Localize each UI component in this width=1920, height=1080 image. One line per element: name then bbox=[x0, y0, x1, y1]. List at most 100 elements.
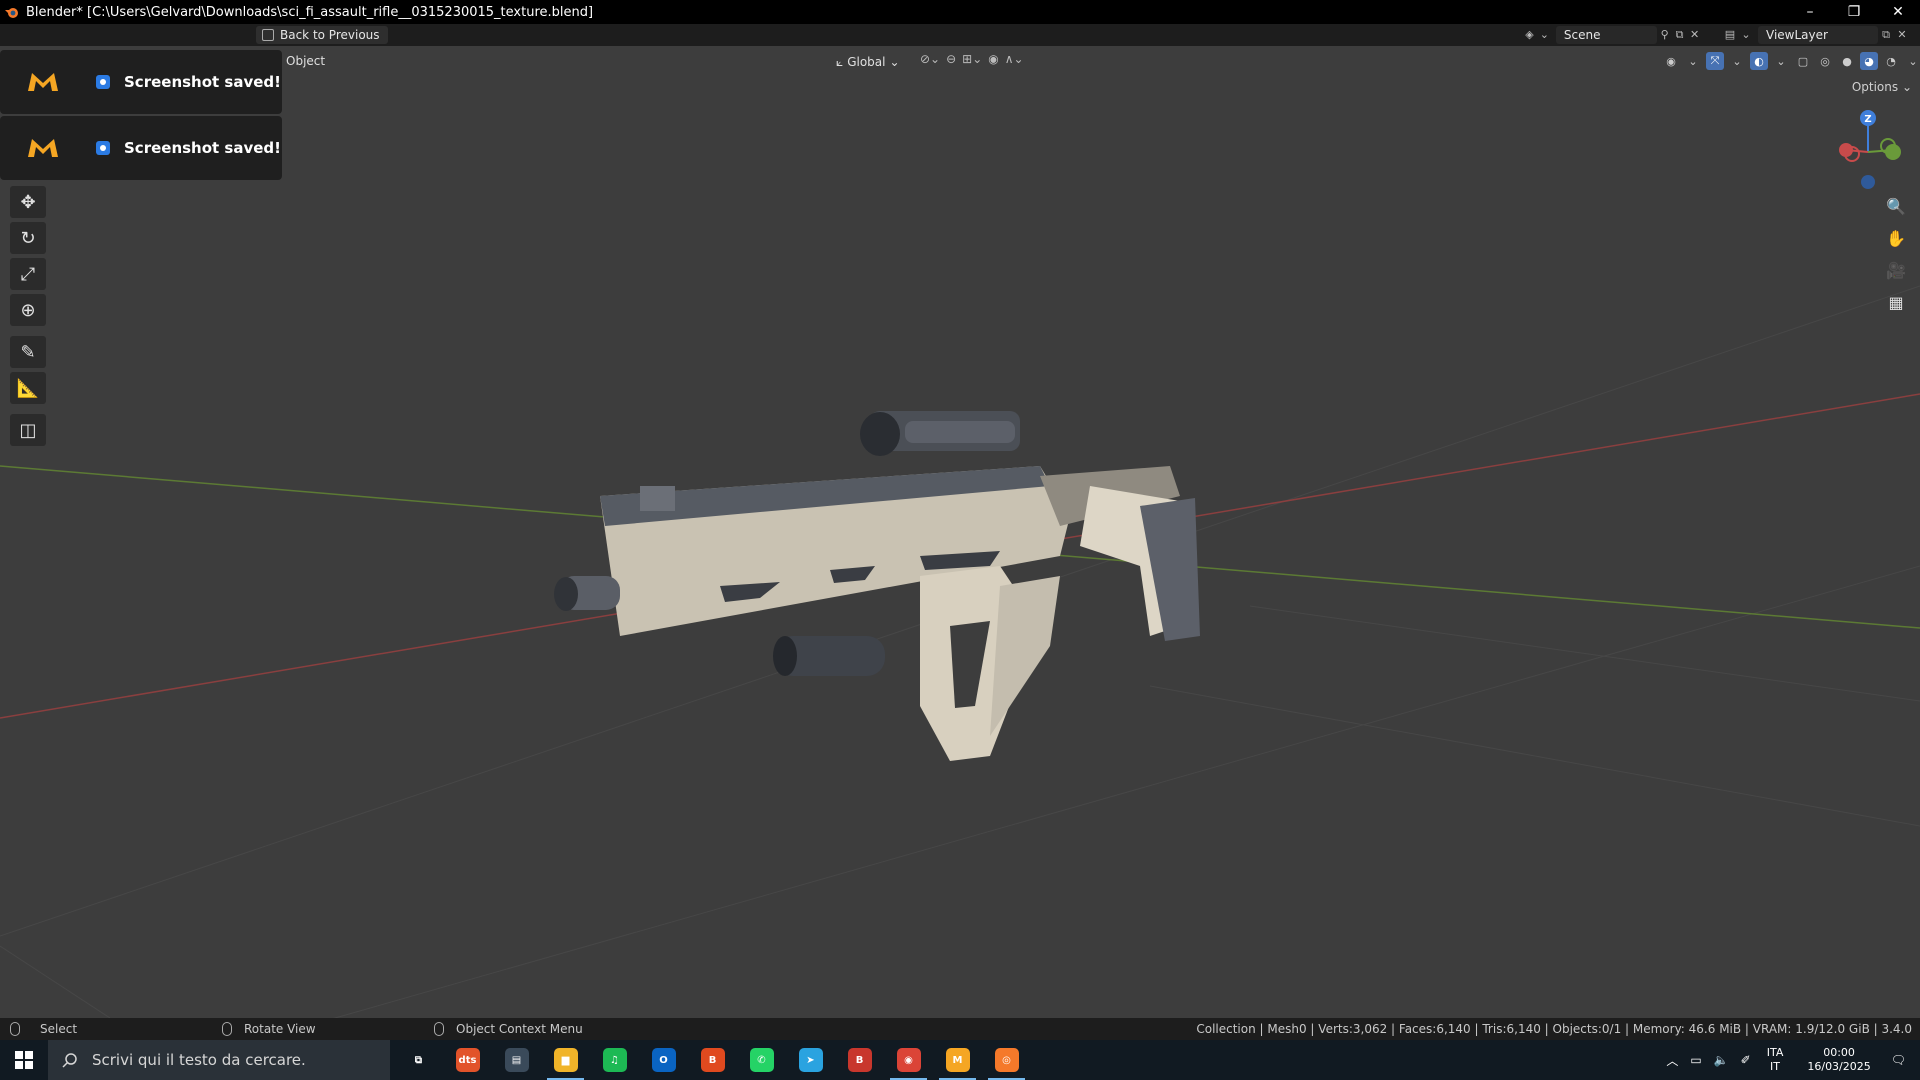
brave-icon: B bbox=[700, 1048, 725, 1072]
taskbar-search-input[interactable]: Scrivi qui il testo da cercare. bbox=[48, 1040, 390, 1080]
transform-orientation-dropdown[interactable]: ⟀ Global ⌄ bbox=[836, 52, 900, 72]
minimize-button[interactable]: – bbox=[1788, 0, 1832, 24]
taskbar-app-brave[interactable]: B bbox=[688, 1040, 737, 1080]
screen-icon bbox=[262, 29, 274, 41]
volume-icon[interactable]: 🔈 bbox=[1714, 1053, 1729, 1067]
back-to-previous-button[interactable]: Back to Previous bbox=[256, 26, 388, 44]
material-shading-icon[interactable]: ◕ bbox=[1860, 52, 1878, 70]
tray-chevron-icon[interactable]: ︿ bbox=[1666, 1052, 1678, 1069]
snap-icon[interactable]: ⊖ bbox=[946, 52, 956, 66]
status-select: Select bbox=[10, 1022, 77, 1036]
pin-icon[interactable]: ⚲ bbox=[1657, 28, 1672, 42]
move-tool-icon[interactable]: ✥ bbox=[10, 186, 46, 218]
overlay-toggle-icon[interactable]: ◐ bbox=[1750, 52, 1768, 70]
options-dropdown[interactable]: Options ⌄ bbox=[1852, 80, 1912, 94]
restore-button[interactable]: ❐ bbox=[1832, 0, 1876, 24]
chevron-down-icon: ⌄ bbox=[889, 55, 900, 69]
add-cube-tool-icon[interactable]: ◫ bbox=[10, 414, 46, 446]
viewlayer-icon: ▤ bbox=[1724, 28, 1736, 41]
windows-taskbar: Scrivi qui il testo da cercare. ⧉ dts ▤ ▆ ♫ O… bbox=[0, 1040, 1920, 1080]
taskbar-app-whatsapp[interactable]: ✆ bbox=[737, 1040, 786, 1080]
object-menu[interactable]: Object bbox=[286, 54, 325, 68]
perspective-grid-icon[interactable]: ▦ bbox=[1884, 290, 1908, 314]
xray-toggle-icon[interactable]: ▢ bbox=[1794, 52, 1812, 70]
status-context-label: Object Context Menu bbox=[456, 1022, 583, 1036]
app-m-logo-icon bbox=[28, 139, 58, 157]
chevron-down-icon[interactable]: ⌄ bbox=[1728, 52, 1746, 70]
chevron-down-icon[interactable]: ⌄ bbox=[1684, 52, 1702, 70]
window-title: Blender* [C:\Users\Gelvard\Downloads\sci… bbox=[26, 4, 594, 20]
proportional-edit-icon[interactable]: ◉ bbox=[988, 52, 998, 66]
whatsapp-icon: ✆ bbox=[749, 1048, 774, 1072]
taskbar-app-file-explorer[interactable]: ▆ bbox=[541, 1040, 590, 1080]
taskbar-app-blender[interactable]: ◎ bbox=[982, 1040, 1031, 1080]
scene-statistics: Collection | Mesh0 | Verts:3,062 | Faces… bbox=[1196, 1022, 1912, 1036]
network-icon[interactable]: ▭ bbox=[1690, 1053, 1701, 1067]
taskbar-app-chrome[interactable]: ◉ bbox=[884, 1040, 933, 1080]
taskbar-app-telegram[interactable]: ➤ bbox=[786, 1040, 835, 1080]
dts-icon: dts bbox=[455, 1048, 480, 1072]
status-rotate: Rotate View bbox=[222, 1022, 316, 1036]
taskbar-app-miro-app[interactable]: M bbox=[933, 1040, 982, 1080]
taskbar-app-outlook[interactable]: O bbox=[639, 1040, 688, 1080]
transform-tool-icon[interactable]: ⊕ bbox=[10, 294, 46, 326]
new-scene-icon[interactable]: ⧉ bbox=[1672, 28, 1687, 42]
language-indicator[interactable]: ITA IT bbox=[1767, 1046, 1784, 1074]
navigation-buttons: 🔍 ✋ 🎥 ▦ bbox=[1884, 194, 1908, 314]
rotate-tool-icon[interactable]: ↻ bbox=[10, 222, 46, 254]
measure-tool-icon[interactable]: 📐 bbox=[10, 372, 46, 404]
scene-icon: ◈ bbox=[1525, 28, 1534, 41]
close-button[interactable]: ✕ bbox=[1876, 0, 1920, 24]
wireframe-shading-icon[interactable]: ◎ bbox=[1816, 52, 1834, 70]
orientation-label: Global bbox=[847, 55, 886, 69]
clock-time: 00:00 bbox=[1823, 1046, 1855, 1059]
navigation-gizmo[interactable]: Z bbox=[1839, 110, 1901, 189]
blender-icon: ◎ bbox=[994, 1048, 1019, 1072]
clock-date: 16/03/2025 bbox=[1807, 1060, 1871, 1073]
pen-icon[interactable]: ✐ bbox=[1741, 1053, 1751, 1067]
blender-logo-icon bbox=[5, 8, 18, 18]
falloff-icon[interactable]: ∧⌄ bbox=[1005, 52, 1024, 66]
visibility-icon[interactable]: ◉ bbox=[1662, 52, 1680, 70]
chevron-down-icon[interactable]: ⌄ bbox=[1904, 52, 1920, 70]
taskbar-app-spotify[interactable]: ♫ bbox=[590, 1040, 639, 1080]
gizmo-toggle-icon[interactable]: ⤧ bbox=[1706, 52, 1724, 70]
screenshot-toast[interactable]: Screenshot saved! bbox=[0, 116, 282, 180]
system-tray: ︿ ▭ 🔈 ✐ ITA IT 00:00 16/03/2025 🗨 bbox=[1660, 1040, 1920, 1080]
status-context-menu: Object Context Menu bbox=[434, 1022, 583, 1036]
viewlayer-selector[interactable]: ▤ ⌄ ViewLayer ⧉ ✕ bbox=[1722, 26, 1918, 44]
annotate-tool-icon[interactable]: ✎ bbox=[10, 336, 46, 368]
delete-viewlayer-icon[interactable]: ✕ bbox=[1894, 28, 1910, 42]
search-placeholder: Scrivi qui il testo da cercare. bbox=[92, 1051, 306, 1069]
taskbar-apps: ⧉ dts ▤ ▆ ♫ O B ✆ ➤ B ◉ M ◎ bbox=[394, 1040, 1031, 1080]
pan-hand-icon[interactable]: ✋ bbox=[1884, 226, 1908, 250]
camera-icon bbox=[96, 75, 110, 89]
solid-shading-icon[interactable]: ● bbox=[1838, 52, 1856, 70]
status-select-label: Select bbox=[40, 1022, 78, 1036]
3d-viewport[interactable]: Z Object ⟀ Global ⌄ ⊘⌄ ⊖ ⊞⌄ ◉ ∧⌄ ◉ ⌄ ⤧ ⌄… bbox=[0, 46, 1920, 1028]
new-viewlayer-icon[interactable]: ⧉ bbox=[1878, 28, 1894, 42]
scene-name-field[interactable]: Scene bbox=[1555, 26, 1658, 44]
zoom-icon[interactable]: 🔍 bbox=[1884, 194, 1908, 218]
taskbar-app-task-view[interactable]: ⧉ bbox=[394, 1040, 443, 1080]
scale-tool-icon[interactable]: ⤢ bbox=[10, 258, 46, 290]
start-button[interactable] bbox=[0, 1040, 48, 1080]
taskbar-app-dts[interactable]: dts bbox=[443, 1040, 492, 1080]
options-label: Options bbox=[1851, 80, 1899, 94]
chevron-down-icon[interactable]: ⌄ bbox=[1772, 52, 1790, 70]
viewlayer-name-field[interactable]: ViewLayer bbox=[1758, 26, 1878, 44]
snap-target-icon[interactable]: ⊞⌄ bbox=[962, 52, 982, 66]
notification-icon[interactable]: 🗨 bbox=[1891, 1053, 1906, 1067]
camera-view-icon[interactable]: 🎥 bbox=[1884, 258, 1908, 282]
mouse-left-icon bbox=[10, 1022, 20, 1036]
rifle-model[interactable] bbox=[554, 411, 1200, 761]
pivot-icon[interactable]: ⊘⌄ bbox=[920, 52, 940, 66]
rendered-shading-icon[interactable]: ◔ bbox=[1882, 52, 1900, 70]
blender-topbar: Back to Previous ◈ ⌄ Scene ⚲ ⧉ ✕ ▤ ⌄ Vie… bbox=[0, 24, 1920, 46]
taskbar-app-explorer-alt[interactable]: ▤ bbox=[492, 1040, 541, 1080]
taskbar-clock[interactable]: 00:00 16/03/2025 bbox=[1807, 1046, 1870, 1074]
taskbar-app-brave-alt[interactable]: B bbox=[835, 1040, 884, 1080]
scene-selector[interactable]: ◈ ⌄ Scene ⚲ ⧉ ✕ bbox=[1522, 26, 1702, 44]
screenshot-toast[interactable]: Screenshot saved! bbox=[0, 50, 282, 114]
delete-scene-icon[interactable]: ✕ bbox=[1687, 28, 1702, 42]
